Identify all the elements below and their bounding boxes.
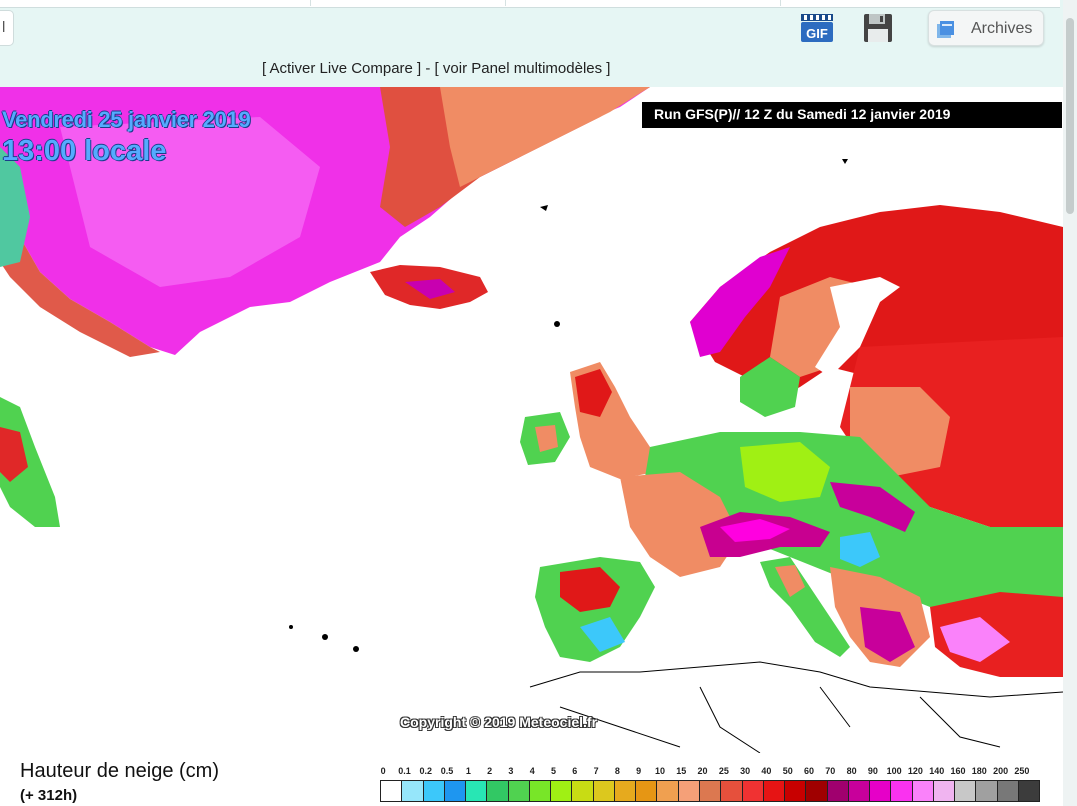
map-graphic [0,87,1063,753]
scale-label: 2 [487,766,493,776]
live-compare-links[interactable]: [ Activer Live Compare ] - [ voir Panel … [262,60,610,77]
scale-label: 20 [697,766,708,776]
scale-label: 25 [718,766,729,776]
scale-swatch [466,781,488,801]
scale-swatch [997,781,1019,801]
scale-label: 4 [529,766,535,776]
scale-label: 200 [993,766,1009,776]
scale-swatch [572,781,594,801]
scale-label: 0.5 [440,766,454,776]
forecast-time-label: 13:00 locale [2,135,167,167]
color-scale-bar [380,780,1040,802]
scale-label: 100 [886,766,902,776]
scale-swatch [955,781,977,801]
scale-swatch [785,781,807,801]
model-run-label: Run GFS(P)// 12 Z du Samedi 12 janvier 2… [642,102,1062,128]
scale-swatch [593,781,615,801]
scale-swatch [487,781,509,801]
scale-swatch [551,781,573,801]
scale-swatch [870,781,892,801]
scale-swatch [912,781,934,801]
scale-swatch [763,781,786,801]
scale-swatch [848,781,871,801]
scale-swatch [1018,781,1040,801]
scale-label: 180 [971,766,987,776]
legend-forecast-hour: (+ 312h) [20,787,78,804]
scale-swatch [933,781,956,801]
copyright-watermark: Copyright © 2019 Meteociel.fr [400,714,598,730]
scale-label: 80 [846,766,857,776]
scale-swatch [976,781,998,801]
scale-label: 8 [614,766,620,776]
scale-swatch [742,781,764,801]
scale-swatch [678,781,700,801]
scale-label: 140 [929,766,945,776]
scale-label: 30 [740,766,751,776]
scale-label: 7 [593,766,599,776]
scale-label: 1 [465,766,471,776]
scale-swatch [721,781,743,801]
scale-swatch [444,781,467,801]
scale-swatch [636,781,658,801]
archives-button[interactable]: Archives [928,10,1044,46]
forecast-date-label: Vendredi 25 janvier 2019 [2,107,251,132]
scale-label: 50 [782,766,793,776]
scale-swatch [657,781,679,801]
scale-label: 0.2 [419,766,433,776]
archive-folder-icon [936,20,956,40]
scale-label: 90 [867,766,878,776]
scale-label: 250 [1014,766,1030,776]
scale-label: 6 [572,766,578,776]
scale-swatch [402,781,424,801]
scale-swatch [806,781,828,801]
greenland-east-fringe [440,87,650,187]
top-tab-strip [0,0,1060,8]
scale-swatch [614,781,637,801]
scale-label: 10 [654,766,665,776]
gif-icon-text: GIF [806,26,828,41]
legend-title: Hauteur de neige (cm) [20,760,219,782]
scale-swatch [423,781,445,801]
scale-label: 15 [676,766,687,776]
scale-swatch [529,781,552,801]
archives-label: Archives [971,20,1033,37]
scale-swatch [891,781,913,801]
color-scale-labels: 0 0.1 0.2 0.5 1 2 3 4 5 6 7 8 9 10 15 20 25 30 40 50 60 70 80 9… [380,766,1040,778]
snow-depth-map [0,87,1063,753]
scale-swatch [699,781,722,801]
scrollbar-thumb[interactable] [1066,18,1074,214]
scale-label: 120 [907,766,923,776]
scale-label: 40 [761,766,772,776]
scale-label: 0.1 [398,766,411,776]
scale-swatch [508,781,530,801]
scale-label: 0 [380,766,386,776]
scale-label: 3 [508,766,514,776]
vertical-scrollbar[interactable] [1063,0,1077,806]
scale-swatch [381,781,403,801]
scale-label: 160 [950,766,966,776]
scale-label: 5 [551,766,557,776]
save-floppy-icon[interactable] [862,12,894,44]
scale-label: 70 [825,766,836,776]
scale-label: 60 [803,766,815,776]
left-partial-button[interactable]: l [0,10,14,46]
scale-label: 9 [636,766,642,776]
gif-animation-icon[interactable]: GIF [800,12,834,44]
scale-swatch [827,781,849,801]
